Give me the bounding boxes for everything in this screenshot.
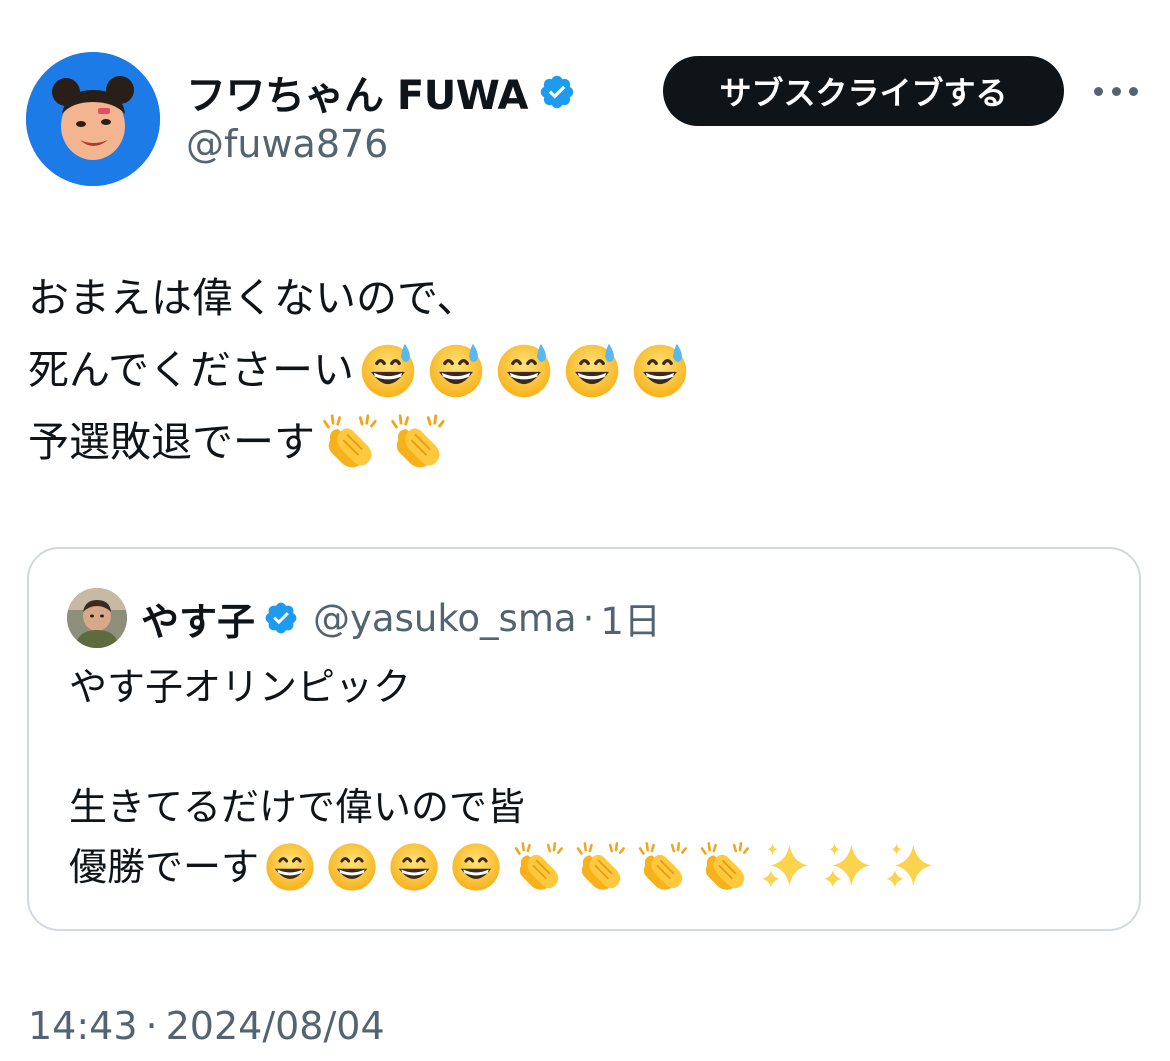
author-display-name[interactable]: フワちゃん FUWA <box>186 63 529 121</box>
quoted-line-3-text: 優勝でーす <box>69 845 260 889</box>
verified-badge-icon[interactable] <box>538 73 576 111</box>
grinning-emoji-icon <box>387 840 441 894</box>
clapping-hands-emoji-icon <box>697 840 751 894</box>
more-dot <box>1111 86 1121 96</box>
quoted-timestamp[interactable]: 1日 <box>600 591 661 645</box>
quoted-separator: · <box>582 596 595 640</box>
tweet-line-1: おまえは偉くないので、 <box>28 262 1138 334</box>
tweet-line-2: 死んでくださーい <box>28 334 1138 406</box>
author-handle[interactable]: @fuwa876 <box>186 122 388 166</box>
tweet-date: 2024/08/04 <box>165 1004 385 1048</box>
tweet-timestamp[interactable]: 14:43 · 2024/08/04 <box>28 1004 385 1048</box>
tweet-line-2-text: 死んでくださーい <box>28 346 354 394</box>
clapping-hands-emoji-icon <box>635 840 689 894</box>
tweet-line-3-emojis <box>319 412 455 472</box>
author-name-row: フワちゃん FUWA <box>186 62 576 122</box>
more-options-icon[interactable] <box>1094 78 1138 104</box>
quoted-author-name[interactable]: やす子 <box>141 591 255 646</box>
sparkles-emoji-icon <box>883 840 937 894</box>
quoted-tweet-body: やす子オリンピック 生きてるだけで偉いので皆 優勝でーす <box>69 657 1109 897</box>
more-dot <box>1129 86 1138 96</box>
tweet-line-1-text: おまえは偉くないので、 <box>28 274 478 322</box>
tweet-line-2-emojis <box>358 340 698 400</box>
clapping-hands-emoji-icon <box>573 840 627 894</box>
grinning-sweat-emoji-icon <box>494 340 554 400</box>
tweet-line-3-text: 予選敗退でーす <box>28 418 315 466</box>
clapping-hands-emoji-icon <box>387 412 447 472</box>
quoted-tweet-card[interactable]: やす子 @yasuko_sma · 1日 やす子オリンピック 生きてるだけで偉い… <box>27 547 1141 931</box>
sparkles-emoji-icon <box>759 840 813 894</box>
quoted-line-3-emojis <box>263 840 945 894</box>
grinning-sweat-emoji-icon <box>630 340 690 400</box>
quoted-line-2: 生きてるだけで偉いので皆 <box>69 777 1109 837</box>
quoted-line-2-text: 生きてるだけで偉いので皆 <box>69 785 526 829</box>
tweet-line-3: 予選敗退でーす <box>28 406 1138 478</box>
quoted-line-1-text: やす子オリンピック <box>69 665 412 709</box>
quoted-blank-line <box>69 717 1109 777</box>
timestamp-separator: · <box>145 1004 158 1048</box>
quoted-verified-badge-icon <box>263 600 299 636</box>
tweet-body: おまえは偉くないので、 死んでくださーい 予選敗退でーす <box>28 262 1138 478</box>
clapping-hands-emoji-icon <box>511 840 565 894</box>
quoted-line-1: やす子オリンピック <box>69 657 1109 717</box>
subscribe-button[interactable]: サブスクライブする <box>663 56 1064 126</box>
grinning-emoji-icon <box>325 840 379 894</box>
grinning-emoji-icon <box>449 840 503 894</box>
grinning-sweat-emoji-icon <box>426 340 486 400</box>
quoted-author-avatar[interactable] <box>67 588 127 648</box>
clapping-hands-emoji-icon <box>319 412 379 472</box>
grinning-emoji-icon <box>263 840 317 894</box>
quoted-line-3: 優勝でーす <box>69 837 1109 897</box>
sparkles-emoji-icon <box>821 840 875 894</box>
quoted-tweet-header: やす子 @yasuko_sma · 1日 <box>67 587 661 649</box>
grinning-sweat-emoji-icon <box>562 340 622 400</box>
more-dot <box>1094 86 1103 96</box>
quoted-author-handle[interactable]: @yasuko_sma <box>313 597 577 640</box>
tweet-time: 14:43 <box>28 1004 138 1048</box>
grinning-sweat-emoji-icon <box>358 340 418 400</box>
author-avatar[interactable] <box>26 52 160 186</box>
